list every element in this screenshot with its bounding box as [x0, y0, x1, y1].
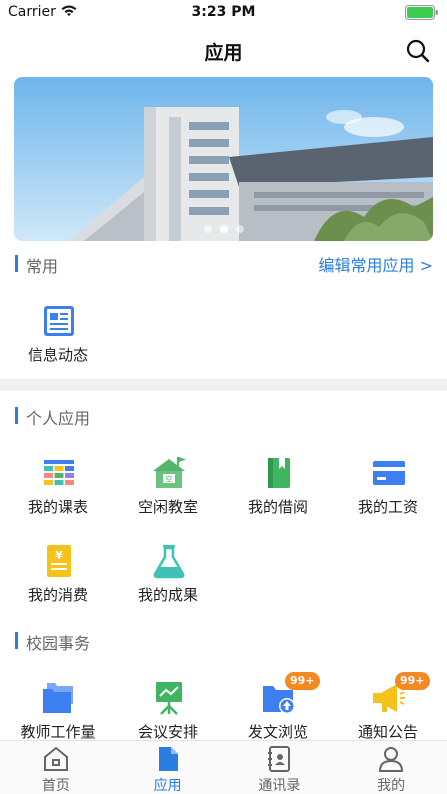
status-time: 3:23 PM	[191, 4, 256, 20]
app-label: 通知公告	[357, 723, 418, 741]
app-label: 教师工作量	[20, 723, 96, 741]
edit-common-apps-link[interactable]: 编辑常用应用 >	[319, 252, 434, 276]
person-icon	[377, 745, 405, 773]
carousel-dot[interactable]	[235, 225, 244, 233]
app-my-achievements[interactable]: 我的成果	[113, 543, 223, 623]
section-marker	[15, 255, 18, 272]
section-title: 常用	[26, 257, 59, 276]
app-free-classroom[interactable]: 空 空闲教室	[113, 455, 223, 535]
app-label: 信息动态	[27, 346, 88, 364]
home-icon	[42, 745, 70, 773]
app-my-consumption[interactable]: ¥ 我的消费	[3, 543, 113, 623]
svg-text:¥: ¥	[55, 549, 63, 562]
app-label: 会议安排	[137, 723, 198, 741]
search-icon[interactable]	[405, 38, 431, 64]
banner-image	[14, 77, 433, 241]
app-label: 空闲教室	[137, 498, 198, 516]
news-icon	[41, 303, 77, 339]
app-label: 发文浏览	[247, 723, 308, 741]
section-title: 个人应用	[26, 409, 91, 428]
folders-icon	[41, 680, 77, 716]
app-label: 我的消费	[27, 586, 88, 604]
section-common-header: 常用 编辑常用应用 >	[0, 251, 447, 277]
flask-icon	[151, 543, 187, 579]
unread-count-badge: 99+	[395, 672, 430, 690]
tab-contacts[interactable]: 通讯录	[224, 741, 336, 794]
carousel-dots	[14, 225, 433, 233]
svg-text:空: 空	[166, 475, 173, 484]
schedule-grid-icon	[41, 455, 77, 491]
presentation-board-icon	[151, 680, 187, 716]
battery-icon	[405, 5, 439, 20]
app-my-salary[interactable]: 我的工资	[333, 455, 443, 535]
contacts-book-icon	[265, 745, 293, 773]
app-label: 我的成果	[137, 586, 198, 604]
tab-home[interactable]: 首页	[0, 741, 112, 794]
status-bar: Carrier 3:23 PM	[0, 0, 447, 26]
unread-count-badge: 99+	[285, 672, 320, 690]
section-divider	[0, 379, 447, 391]
tab-label: 我的	[377, 778, 406, 794]
section-title: 校园事务	[26, 634, 91, 653]
tab-apps[interactable]: 应用	[112, 741, 224, 794]
app-my-borrowing[interactable]: 我的借阅	[223, 455, 333, 535]
tab-label: 通讯录	[258, 778, 301, 794]
tab-bar: 首页 应用 通讯录 我的	[0, 740, 447, 794]
document-icon	[154, 745, 182, 773]
book-icon	[261, 455, 297, 491]
section-campus-header: 校园事务	[0, 628, 447, 654]
section-marker	[15, 407, 18, 424]
page-title: 应用	[204, 42, 243, 64]
banner-carousel[interactable]	[14, 77, 433, 241]
app-news[interactable]: 信息动态	[3, 303, 113, 383]
app-label: 我的课表	[27, 498, 88, 516]
receipt-icon: ¥	[41, 543, 77, 579]
tab-label: 首页	[41, 778, 70, 794]
section-personal-header: 个人应用	[0, 403, 447, 429]
nav-bar: 应用	[0, 26, 447, 74]
classroom-icon: 空	[151, 455, 187, 491]
wallet-card-icon	[371, 455, 407, 491]
app-label: 我的借阅	[247, 498, 308, 516]
tab-mine[interactable]: 我的	[335, 741, 447, 794]
carousel-dot[interactable]	[203, 225, 212, 233]
tab-label: 应用	[153, 778, 182, 794]
app-label: 我的工资	[357, 498, 418, 516]
app-my-schedule[interactable]: 我的课表	[3, 455, 113, 535]
section-marker	[15, 632, 18, 649]
carousel-dot-active[interactable]	[219, 225, 228, 233]
